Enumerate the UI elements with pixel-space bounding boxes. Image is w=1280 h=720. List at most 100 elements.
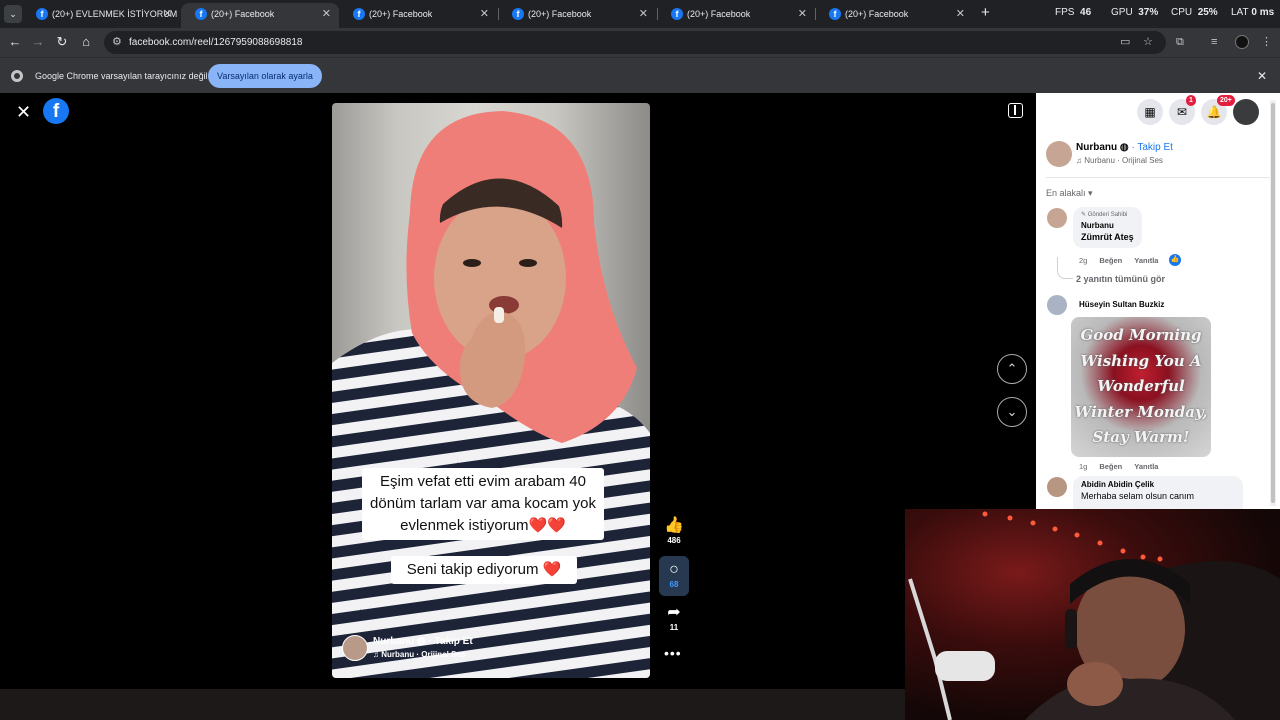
post-audio[interactable]: ♫ Nurbanu · Orijinal Ses xyxy=(1076,156,1163,165)
verified-globe-icon: ◍ xyxy=(1119,142,1129,153)
post-audio-text: Nurbanu · Orijinal Ses xyxy=(1084,156,1163,165)
comment-text: Zümrüt Ateş xyxy=(1081,232,1134,242)
like-button[interactable]: 👍 486 xyxy=(658,517,690,547)
see-all-replies-link[interactable]: 2 yanıtın tümünü gör xyxy=(1076,274,1165,284)
comment-time[interactable]: 2g xyxy=(1079,256,1087,265)
reload-icon[interactable]: ↻ xyxy=(53,33,71,51)
perf-lat-label: LAT xyxy=(1231,7,1249,18)
reel-video[interactable]: Eşim vefat etti evim arabam 40 dönüm tar… xyxy=(332,103,650,678)
perf-fps: FPS 46 xyxy=(1055,7,1091,18)
like-comment-button[interactable]: Beğen xyxy=(1099,256,1122,265)
comment-button[interactable]: ○ 68 xyxy=(658,561,690,591)
like-comment-button[interactable]: Beğen xyxy=(1099,462,1122,471)
reply-button[interactable]: Yanıtla xyxy=(1134,256,1158,265)
reel-author: Nurbanu ◍ · Takip Et ♫ Nurbanu · Orijina… xyxy=(340,635,590,665)
tab-4[interactable]: f (20+) Facebook ✕ xyxy=(498,3,656,28)
tab-title: (20+) Facebook xyxy=(687,9,751,19)
avatar[interactable] xyxy=(1047,295,1067,315)
share-count: 11 xyxy=(669,623,679,632)
avatar[interactable] xyxy=(1233,99,1259,125)
comment-author[interactable]: Nurbanu xyxy=(1081,220,1134,231)
comment-time[interactable]: 1g xyxy=(1079,462,1087,471)
reel-follow-link[interactable]: Takip Et xyxy=(435,636,473,647)
reel-audio[interactable]: ♫ Nurbanu · Orijinal Ses xyxy=(373,650,465,659)
facebook-logo-icon[interactable]: f xyxy=(43,98,69,124)
post-follow-link[interactable]: · Takip Et xyxy=(1131,142,1173,153)
comment-actions: 2g Beğen Yanıtla xyxy=(1079,256,1170,265)
more-options-icon[interactable]: ••• xyxy=(664,645,682,661)
tab-strip: ⌄ f (20+) EVLENMEK İSTİYORUM | ✕ f (20+)… xyxy=(0,0,1280,28)
back-arrow-icon[interactable]: ← xyxy=(6,33,24,51)
tab-title: (20+) Facebook xyxy=(369,9,433,19)
caret-down-icon: ▾ xyxy=(1088,188,1093,198)
tab-close-icon[interactable]: ✕ xyxy=(480,3,489,25)
tab-title: (20+) Facebook xyxy=(528,9,592,19)
tab-6[interactable]: f (20+) Facebook ✕ xyxy=(815,3,973,28)
comment-author[interactable]: Abidin Abidin Çelik xyxy=(1081,479,1235,490)
post-author-name-text[interactable]: Nurbanu xyxy=(1076,142,1117,153)
avatar[interactable] xyxy=(1046,141,1072,167)
webcam-frame xyxy=(908,511,1280,720)
perf-fps-label: FPS xyxy=(1055,7,1075,18)
previous-reel-button[interactable]: ⌃ xyxy=(997,354,1027,384)
bookmark-star-icon[interactable]: ☆ xyxy=(1143,36,1153,49)
reel-video-frame xyxy=(332,111,650,678)
avatar[interactable] xyxy=(1047,208,1067,228)
site-info-icon[interactable]: ⚙ xyxy=(112,36,122,49)
close-viewer-icon[interactable]: ✕ xyxy=(16,103,31,121)
share-button[interactable]: ➦ 11 xyxy=(658,604,690,634)
reply-button[interactable]: Yanıtla xyxy=(1134,462,1158,471)
reel-author-name-text[interactable]: Nurbanu xyxy=(373,636,414,647)
post-owner-label-text: Gönderi Sahibi xyxy=(1087,212,1128,218)
toggle-sidebar-icon[interactable] xyxy=(1008,103,1023,118)
address-bar[interactable]: ⚙ facebook.com/reel/1267959088698818 ▭ ☆ xyxy=(104,31,1166,54)
infobar-message: Google Chrome varsayılan tarayıcınız değ… xyxy=(35,71,208,81)
panel-scroll-thumb[interactable] xyxy=(1271,103,1275,503)
comment-actions: 1g Beğen Yanıtla xyxy=(1079,462,1170,471)
comment-sort-dropdown[interactable]: En alakalı ▾ xyxy=(1046,188,1093,199)
avatar[interactable] xyxy=(1047,477,1067,497)
tab-5[interactable]: f (20+) Facebook ✕ xyxy=(657,3,815,28)
avatar[interactable] xyxy=(342,635,368,661)
menu-grid-icon[interactable]: ▦ xyxy=(1137,99,1163,125)
verified-globe-icon: ◍ xyxy=(416,636,426,647)
messenger-badge: 1 xyxy=(1186,95,1196,106)
facebook-favicon-icon: f xyxy=(829,8,841,20)
tab-close-icon[interactable]: ✕ xyxy=(639,3,648,25)
set-default-button[interactable]: Varsayılan olarak ayarla xyxy=(208,64,322,88)
share-arrow-icon: ➦ xyxy=(667,604,681,621)
tab-close-icon[interactable]: ✕ xyxy=(322,3,331,25)
new-tab-button[interactable]: + xyxy=(981,5,990,21)
comment-gif[interactable]: Good Morning Wishing You A Wonderful Win… xyxy=(1071,317,1211,457)
media-control-icon[interactable]: ≡ xyxy=(1211,34,1217,50)
tab-close-icon[interactable]: ✕ xyxy=(163,3,172,25)
reel-audio-text: Nurbanu · Orijinal Ses xyxy=(381,650,466,659)
forward-arrow-icon[interactable]: → xyxy=(29,33,47,51)
default-browser-infobar: Google Chrome varsayılan tarayıcınız değ… xyxy=(0,57,1280,93)
comment-author[interactable]: Hüseyin Sultan Buzkiz xyxy=(1079,299,1164,310)
tab-1[interactable]: f (20+) EVLENMEK İSTİYORUM | ✕ xyxy=(22,3,180,28)
reply-thread-line xyxy=(1057,257,1073,279)
extensions-puzzle-icon[interactable]: ⧉ xyxy=(1176,34,1184,50)
webcam-overlay xyxy=(905,509,1280,720)
panel-header: ▦ ✉ 1 🔔 20+ xyxy=(1036,93,1280,131)
menu-kebab-icon[interactable]: ⋮ xyxy=(1261,34,1272,50)
profile-avatar-icon[interactable] xyxy=(1235,35,1249,49)
bottom-strip xyxy=(0,689,905,720)
chrome-logo-icon xyxy=(11,70,23,82)
like-reaction-icon[interactable]: 👍 xyxy=(1169,254,1181,266)
reel-author-name: Nurbanu ◍ · Takip Et xyxy=(373,636,473,647)
tab-2-active[interactable]: f (20+) Facebook ✕ xyxy=(181,3,339,28)
home-icon[interactable]: ⌂ xyxy=(77,33,95,51)
tab-search-button[interactable]: ⌄ xyxy=(4,5,22,23)
next-reel-button[interactable]: ⌄ xyxy=(997,397,1027,427)
cast-icon[interactable]: ▭ xyxy=(1120,36,1130,49)
gif-text: Good Morning Wishing You A Wonderful Win… xyxy=(1074,326,1208,446)
facebook-favicon-icon: f xyxy=(512,8,524,20)
tab-close-icon[interactable]: ✕ xyxy=(798,3,807,25)
perf-gpu-label: GPU xyxy=(1111,7,1133,18)
tab-close-icon[interactable]: ✕ xyxy=(956,3,965,25)
infobar-close-icon[interactable]: ✕ xyxy=(1257,69,1267,83)
reel-caption: Eşim vefat etti evim arabam 40 dönüm tar… xyxy=(362,468,604,540)
tab-3[interactable]: f (20+) Facebook ✕ xyxy=(339,3,497,28)
